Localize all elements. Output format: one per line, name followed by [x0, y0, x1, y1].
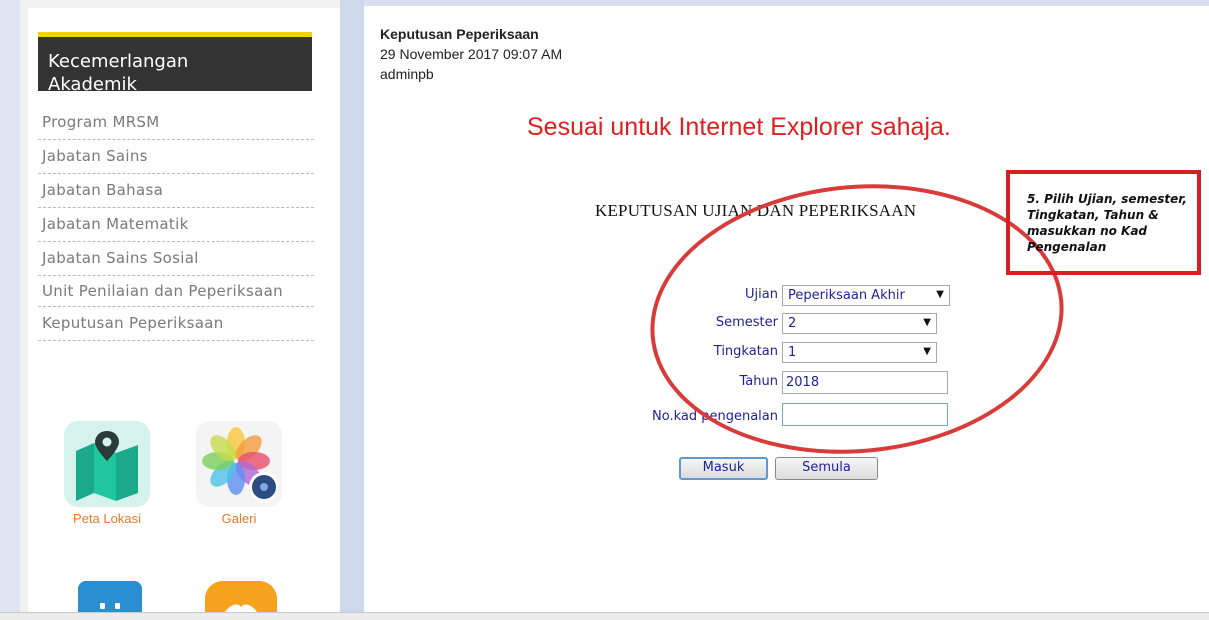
- reset-button[interactable]: Semula: [775, 457, 878, 480]
- post-author: adminpb: [380, 66, 434, 82]
- sidebar-item-jabatan-sains[interactable]: Jabatan Sains: [38, 140, 314, 174]
- map-tile-caption: Peta Lokasi: [73, 511, 141, 526]
- book-icon: [205, 581, 277, 612]
- submit-button[interactable]: Masuk: [679, 457, 768, 480]
- sidebar-menu: Program MRSM Jabatan Sains Jabatan Bahas…: [38, 106, 314, 341]
- gallery-tile-caption: Galeri: [221, 511, 257, 526]
- post-date: 29 November 2017 09:07 AM: [380, 46, 563, 62]
- book-tile[interactable]: [205, 581, 277, 612]
- gallery-tile[interactable]: [196, 421, 282, 507]
- calendar-tile[interactable]: [78, 581, 142, 612]
- content-gutter: [340, 0, 364, 619]
- sidebar-item-unit-penilaian[interactable]: Unit Penilaian dan Peperiksaan: [38, 276, 314, 307]
- sidebar-item-jabatan-matematik[interactable]: Jabatan Matematik: [38, 208, 314, 242]
- top-border: [364, 0, 1209, 6]
- annotation-callout: 5. Pilih Ujian, semester, Tingkatan, Tah…: [1006, 170, 1201, 275]
- calendar-icon: [78, 581, 142, 612]
- photos-icon: [202, 427, 279, 502]
- map-icon: [76, 431, 138, 501]
- sidebar-item-jabatan-sains-sosial[interactable]: Jabatan Sains Sosial: [38, 242, 314, 276]
- sidebar-item-jabatan-bahasa[interactable]: Jabatan Bahasa: [38, 174, 314, 208]
- sidebar-header-title: Kecemerlangan Akademik: [48, 51, 189, 91]
- sidebar-item-program-mrsm[interactable]: Program MRSM: [38, 106, 314, 140]
- map-tile[interactable]: [64, 421, 150, 507]
- sidebar-item-keputusan-peperiksaan[interactable]: Keputusan Peperiksaan: [38, 307, 314, 341]
- post-title: Keputusan Peperiksaan: [380, 26, 539, 42]
- left-strip: [0, 0, 20, 619]
- sidebar-header: Kecemerlangan Akademik: [38, 32, 312, 91]
- browser-notice: Sesuai untuk Internet Explorer sahaja.: [527, 113, 951, 141]
